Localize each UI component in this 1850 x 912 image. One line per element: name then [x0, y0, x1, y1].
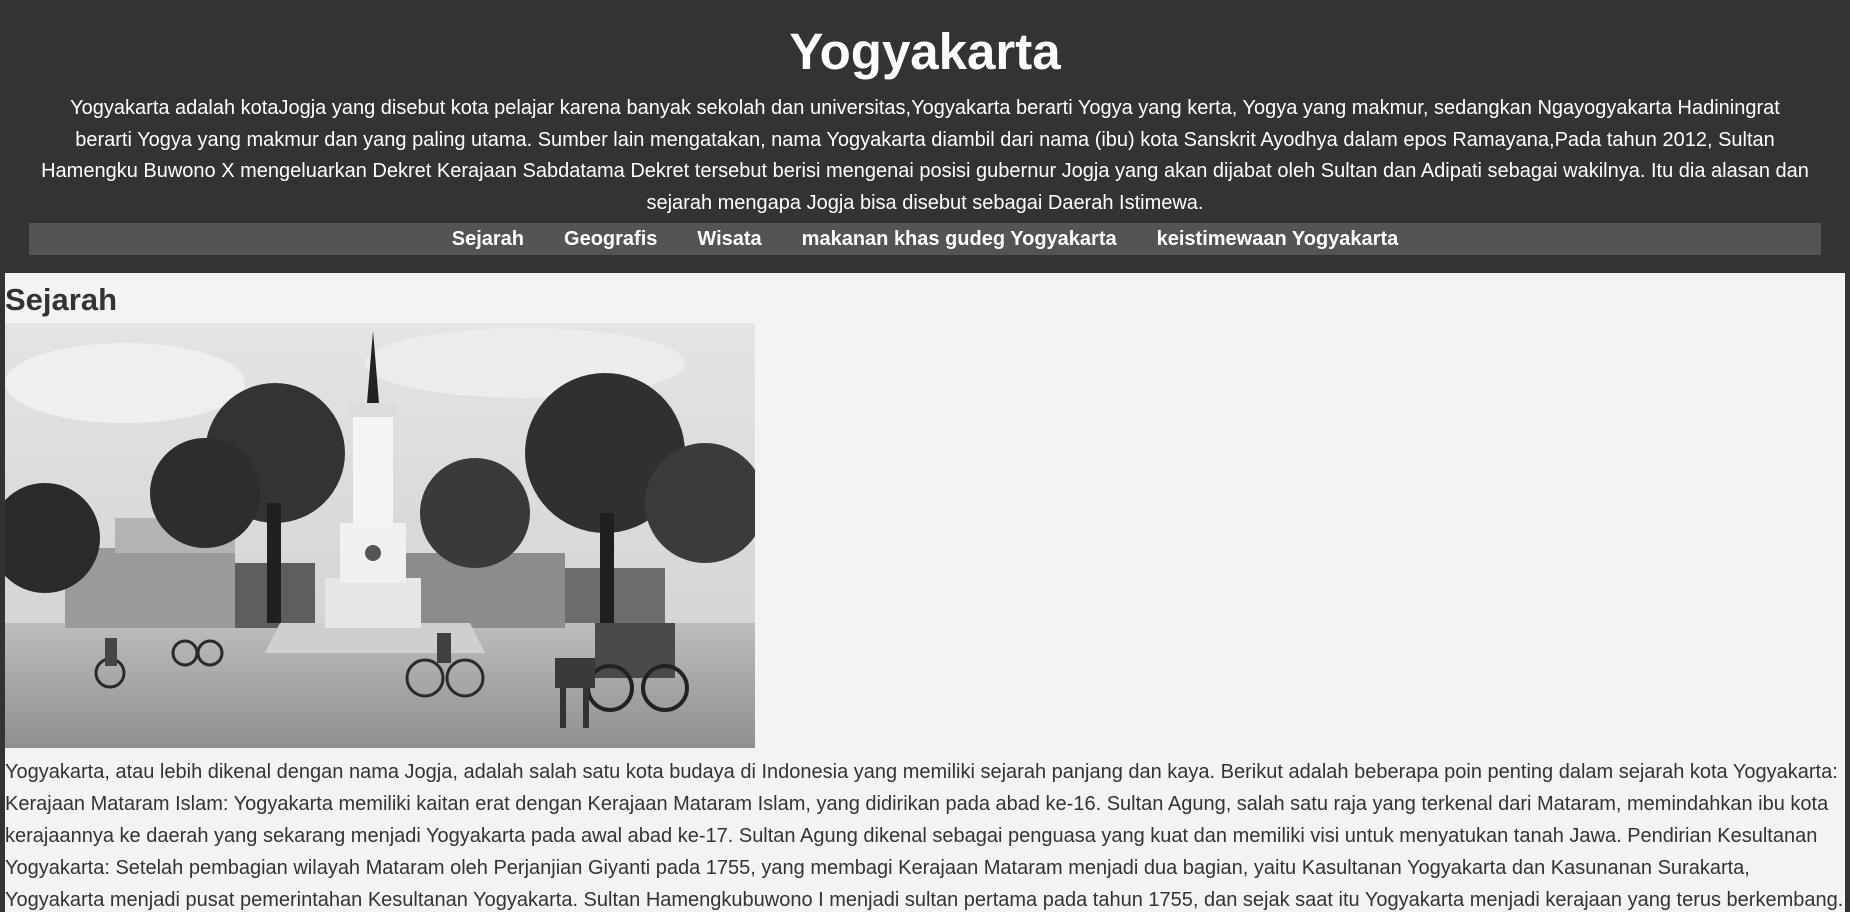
nav-link-keistimewaan[interactable]: keistimewaan Yogyakarta	[1137, 223, 1419, 255]
intro-paragraph: Yogyakarta adalah kotaJogja yang disebut…	[41, 97, 1809, 214]
nav-link-geografis[interactable]: Geografis	[544, 223, 677, 255]
nav-link-makanan-khas[interactable]: makanan khas gudeg Yogyakarta	[782, 223, 1137, 255]
nav-link-sejarah[interactable]: Sejarah	[432, 223, 544, 255]
main-nav: Sejarah Geografis Wisata makanan khas gu…	[29, 223, 1821, 255]
page-frame: Yogyakarta Yogyakarta adalah kotaJogja y…	[0, 0, 1850, 912]
nav-link-wisata[interactable]: Wisata	[677, 223, 781, 255]
section-body-text: Yogyakarta, atau lebih dikenal dengan na…	[5, 761, 1844, 911]
site-title: Yogyakarta	[789, 23, 1061, 80]
main-content: Sejarah Yogyakarta, atau lebih dikenal d…	[5, 273, 1845, 912]
tugu-yogyakarta-photo	[5, 323, 755, 748]
site-header: Yogyakarta Yogyakarta adalah kotaJogja y…	[5, 5, 1845, 273]
section-title: Sejarah	[5, 282, 118, 317]
